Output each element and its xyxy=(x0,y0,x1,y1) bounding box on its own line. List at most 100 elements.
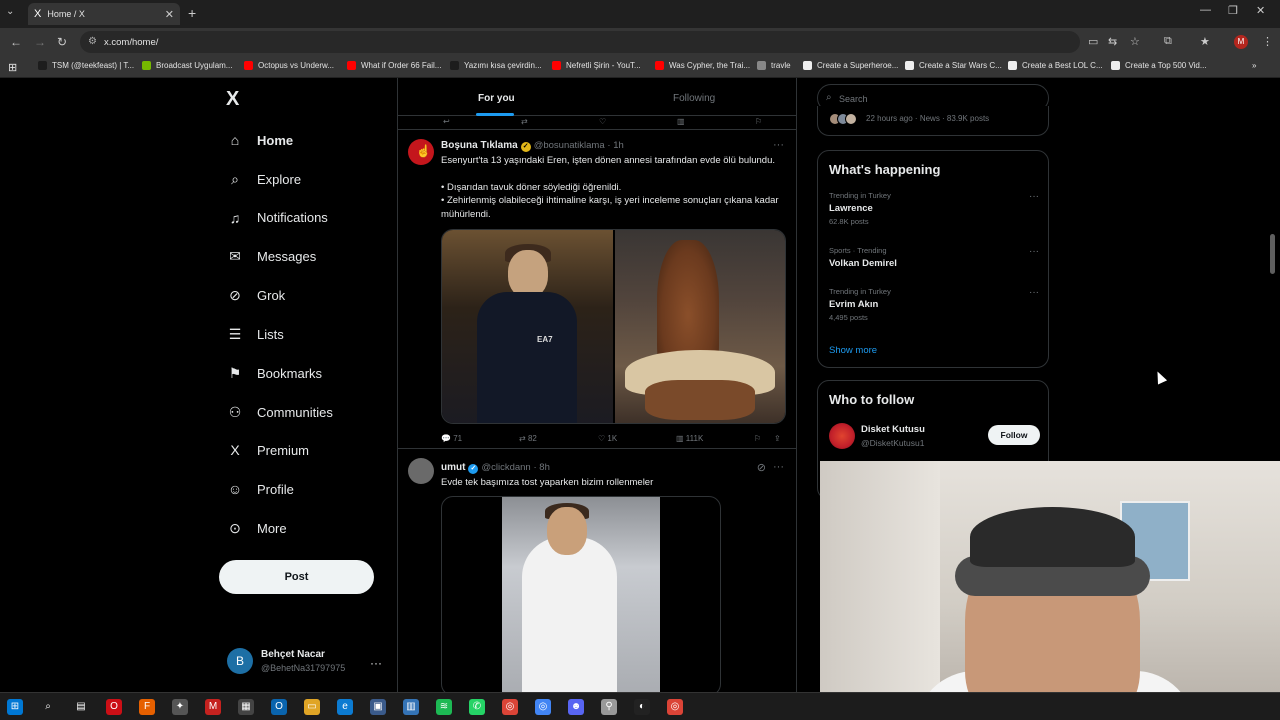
store-icon[interactable]: ▦ xyxy=(238,699,254,715)
bookmarks-overflow-icon[interactable]: » xyxy=(1252,61,1256,70)
page-scrollbar[interactable] xyxy=(1270,234,1275,274)
bookmark-item[interactable]: Create a Star Wars C... xyxy=(905,61,1002,70)
video-frame[interactable] xyxy=(502,497,660,695)
reply-button[interactable]: 💬 71 xyxy=(441,434,462,443)
sidebar-item-notifications[interactable]: ♫ Notifications xyxy=(226,210,328,226)
bookmark-item[interactable]: travle xyxy=(757,61,791,70)
tweet-author[interactable]: Boşuna Tıklama ✓ @bosunatiklama · 1h xyxy=(441,140,624,152)
tweet[interactable]: ☝ Boşuna Tıklama ✓ @bosunatiklama · 1h ···… xyxy=(398,131,796,449)
bookmark-item[interactable]: TSM (@teekfeast) | T... xyxy=(38,61,134,70)
trend-more-icon[interactable]: ··· xyxy=(1029,246,1039,257)
bookmark-item[interactable]: Was Cypher, the Trai... xyxy=(655,61,750,70)
prev-action-icon[interactable]: ♡ xyxy=(599,117,606,126)
minimize-icon[interactable]: — xyxy=(1200,4,1211,16)
tab-for-you[interactable]: For you xyxy=(478,93,515,104)
bookmark-item[interactable]: What if Order 66 Fail... xyxy=(347,61,441,70)
sidebar-item-more[interactable]: ⊙ More xyxy=(226,520,287,537)
extensions-icon[interactable]: ⧉ xyxy=(1164,35,1172,48)
media-photo-boy[interactable]: EA7 xyxy=(442,230,613,423)
apps-grid-icon[interactable]: ⊞ xyxy=(8,61,17,74)
task-view-icon[interactable]: ▤ xyxy=(73,699,89,715)
tweet-avatar[interactable]: ☝ xyxy=(408,139,434,165)
browser-tab-active[interactable]: X Home / X ✕ xyxy=(28,3,180,25)
prev-action-icon[interactable]: ▥ xyxy=(677,117,685,126)
sidebar-item-lists[interactable]: ☰ Lists xyxy=(226,326,284,343)
sidebar-item-home[interactable]: ⌂ Home xyxy=(226,132,293,148)
whatsapp-icon[interactable]: ✆ xyxy=(469,699,485,715)
close-tab-icon[interactable]: ✕ xyxy=(165,8,174,21)
media-photo-doner[interactable] xyxy=(615,230,785,423)
edge-icon[interactable]: e xyxy=(337,699,353,715)
sidebar-item-communities[interactable]: ⚇ Communities xyxy=(226,404,333,421)
search-icon[interactable]: ⌕ xyxy=(40,699,56,715)
suggested-user-avatar[interactable] xyxy=(829,423,855,449)
opera-icon[interactable]: O xyxy=(106,699,122,715)
prev-action-icon[interactable]: ↩ xyxy=(443,117,450,126)
share-icon[interactable]: ⇪ xyxy=(774,434,781,443)
tab-following[interactable]: Following xyxy=(673,93,715,104)
address-bar[interactable]: ⚙ x.com/home/ xyxy=(80,31,1080,53)
close-window-icon[interactable]: ✕ xyxy=(1256,4,1265,17)
new-tab-icon[interactable]: + xyxy=(188,5,196,21)
app-icon[interactable]: ▥ xyxy=(403,699,419,715)
bookmark-item[interactable]: Create a Top 500 Vid... xyxy=(1111,61,1207,70)
explorer-icon[interactable]: ▭ xyxy=(304,699,320,715)
bookmarks-icon[interactable]: ★ xyxy=(1200,35,1210,48)
tweet-media[interactable]: EA7 xyxy=(441,229,786,424)
chrome-icon[interactable]: ◎ xyxy=(535,699,551,715)
sidebar-item-explore[interactable]: ⌕ Explore xyxy=(226,171,301,188)
cast-icon[interactable]: ▭ xyxy=(1088,35,1098,48)
bookmark-item[interactable]: Nefretli Şirin - YouT... xyxy=(552,61,641,70)
app-icon[interactable]: ⚲ xyxy=(601,699,617,715)
follow-button[interactable]: Follow xyxy=(988,425,1040,445)
trend-item[interactable]: Trending in Turkey Evrim Akın 4,495 posts ·… xyxy=(829,287,1039,322)
bookmark-item[interactable]: Yazımı kısa çevirdin... xyxy=(450,61,542,70)
account-more-icon[interactable]: ··· xyxy=(370,656,382,670)
discord-icon[interactable]: ☻ xyxy=(568,699,584,715)
sidebar-item-premium[interactable]: X Premium xyxy=(226,442,309,458)
gmail-icon[interactable]: M xyxy=(205,699,221,715)
sidebar-item-grok[interactable]: ⊘ Grok xyxy=(226,287,285,304)
tweet-more-icon[interactable]: ··· xyxy=(773,139,784,151)
menu-dots-icon[interactable]: ⋮ xyxy=(1262,35,1273,48)
repost-button[interactable]: ⇄ 82 xyxy=(519,434,537,443)
bookmark-item[interactable]: Create a Superheroe... xyxy=(803,61,898,70)
chrome-active-icon[interactable]: ◎ xyxy=(667,699,683,715)
back-icon[interactable]: ← xyxy=(10,35,22,49)
sidebar-item-messages[interactable]: ✉ Messages xyxy=(226,248,316,265)
tweet[interactable]: umut ✓ @clickdann · 8h ⊘ ··· Evde tek başı… xyxy=(398,450,796,700)
firefox-icon[interactable]: F xyxy=(139,699,155,715)
bookmark-item[interactable]: Octopus vs Underw... xyxy=(244,61,334,70)
sidebar-item-profile[interactable]: ☺ Profile xyxy=(226,481,294,497)
suggested-user-name[interactable]: Disket Kutusu xyxy=(861,424,925,435)
news-card[interactable]: 22 hours ago · News · 83.9K posts xyxy=(817,106,1049,136)
grok-icon[interactable]: ⊘ xyxy=(757,461,766,474)
show-more-link[interactable]: Show more xyxy=(829,345,877,356)
prev-action-icon[interactable]: ⇄ xyxy=(521,117,528,126)
tweet-author[interactable]: umut ✓ @clickdann · 8h xyxy=(441,462,550,474)
tab-search-icon[interactable]: ⌄ xyxy=(6,6,14,17)
site-info-icon[interactable]: ⚙ xyxy=(88,36,97,47)
outlook-icon[interactable]: O xyxy=(271,699,287,715)
windows-start-icon[interactable]: ⊞ xyxy=(7,699,23,715)
translate-icon[interactable]: ⇆ xyxy=(1108,35,1117,48)
tweet-more-icon[interactable]: ··· xyxy=(773,461,784,473)
bookmark-icon[interactable]: ⚐ xyxy=(754,434,761,443)
bookmark-item[interactable]: Create a Best LOL C... xyxy=(1008,61,1103,70)
app-icon[interactable]: ◐ xyxy=(634,699,650,715)
chrome-icon[interactable]: ◎ xyxy=(502,699,518,715)
app-icon[interactable]: ✦ xyxy=(172,699,188,715)
tweet-video[interactable] xyxy=(441,496,721,696)
profile-avatar[interactable]: M xyxy=(1234,35,1248,49)
tweet-avatar[interactable] xyxy=(408,458,434,484)
account-switcher[interactable]: B Behçet Nacar @BehetNa31797975 xyxy=(227,648,345,674)
forward-icon[interactable]: → xyxy=(34,35,46,49)
trend-more-icon[interactable]: ··· xyxy=(1029,287,1039,298)
bookmark-item[interactable]: Broadcast Uygulam... xyxy=(142,61,232,70)
prev-action-icon[interactable]: ⚐ xyxy=(755,117,762,126)
maximize-icon[interactable]: ❐ xyxy=(1228,4,1238,17)
trend-item[interactable]: Sports · Trending Volkan Demirel ··· xyxy=(829,246,1039,269)
sidebar-item-bookmarks[interactable]: ⚑ Bookmarks xyxy=(226,365,322,382)
trend-more-icon[interactable]: ··· xyxy=(1029,191,1039,202)
post-button[interactable]: Post xyxy=(219,560,374,594)
